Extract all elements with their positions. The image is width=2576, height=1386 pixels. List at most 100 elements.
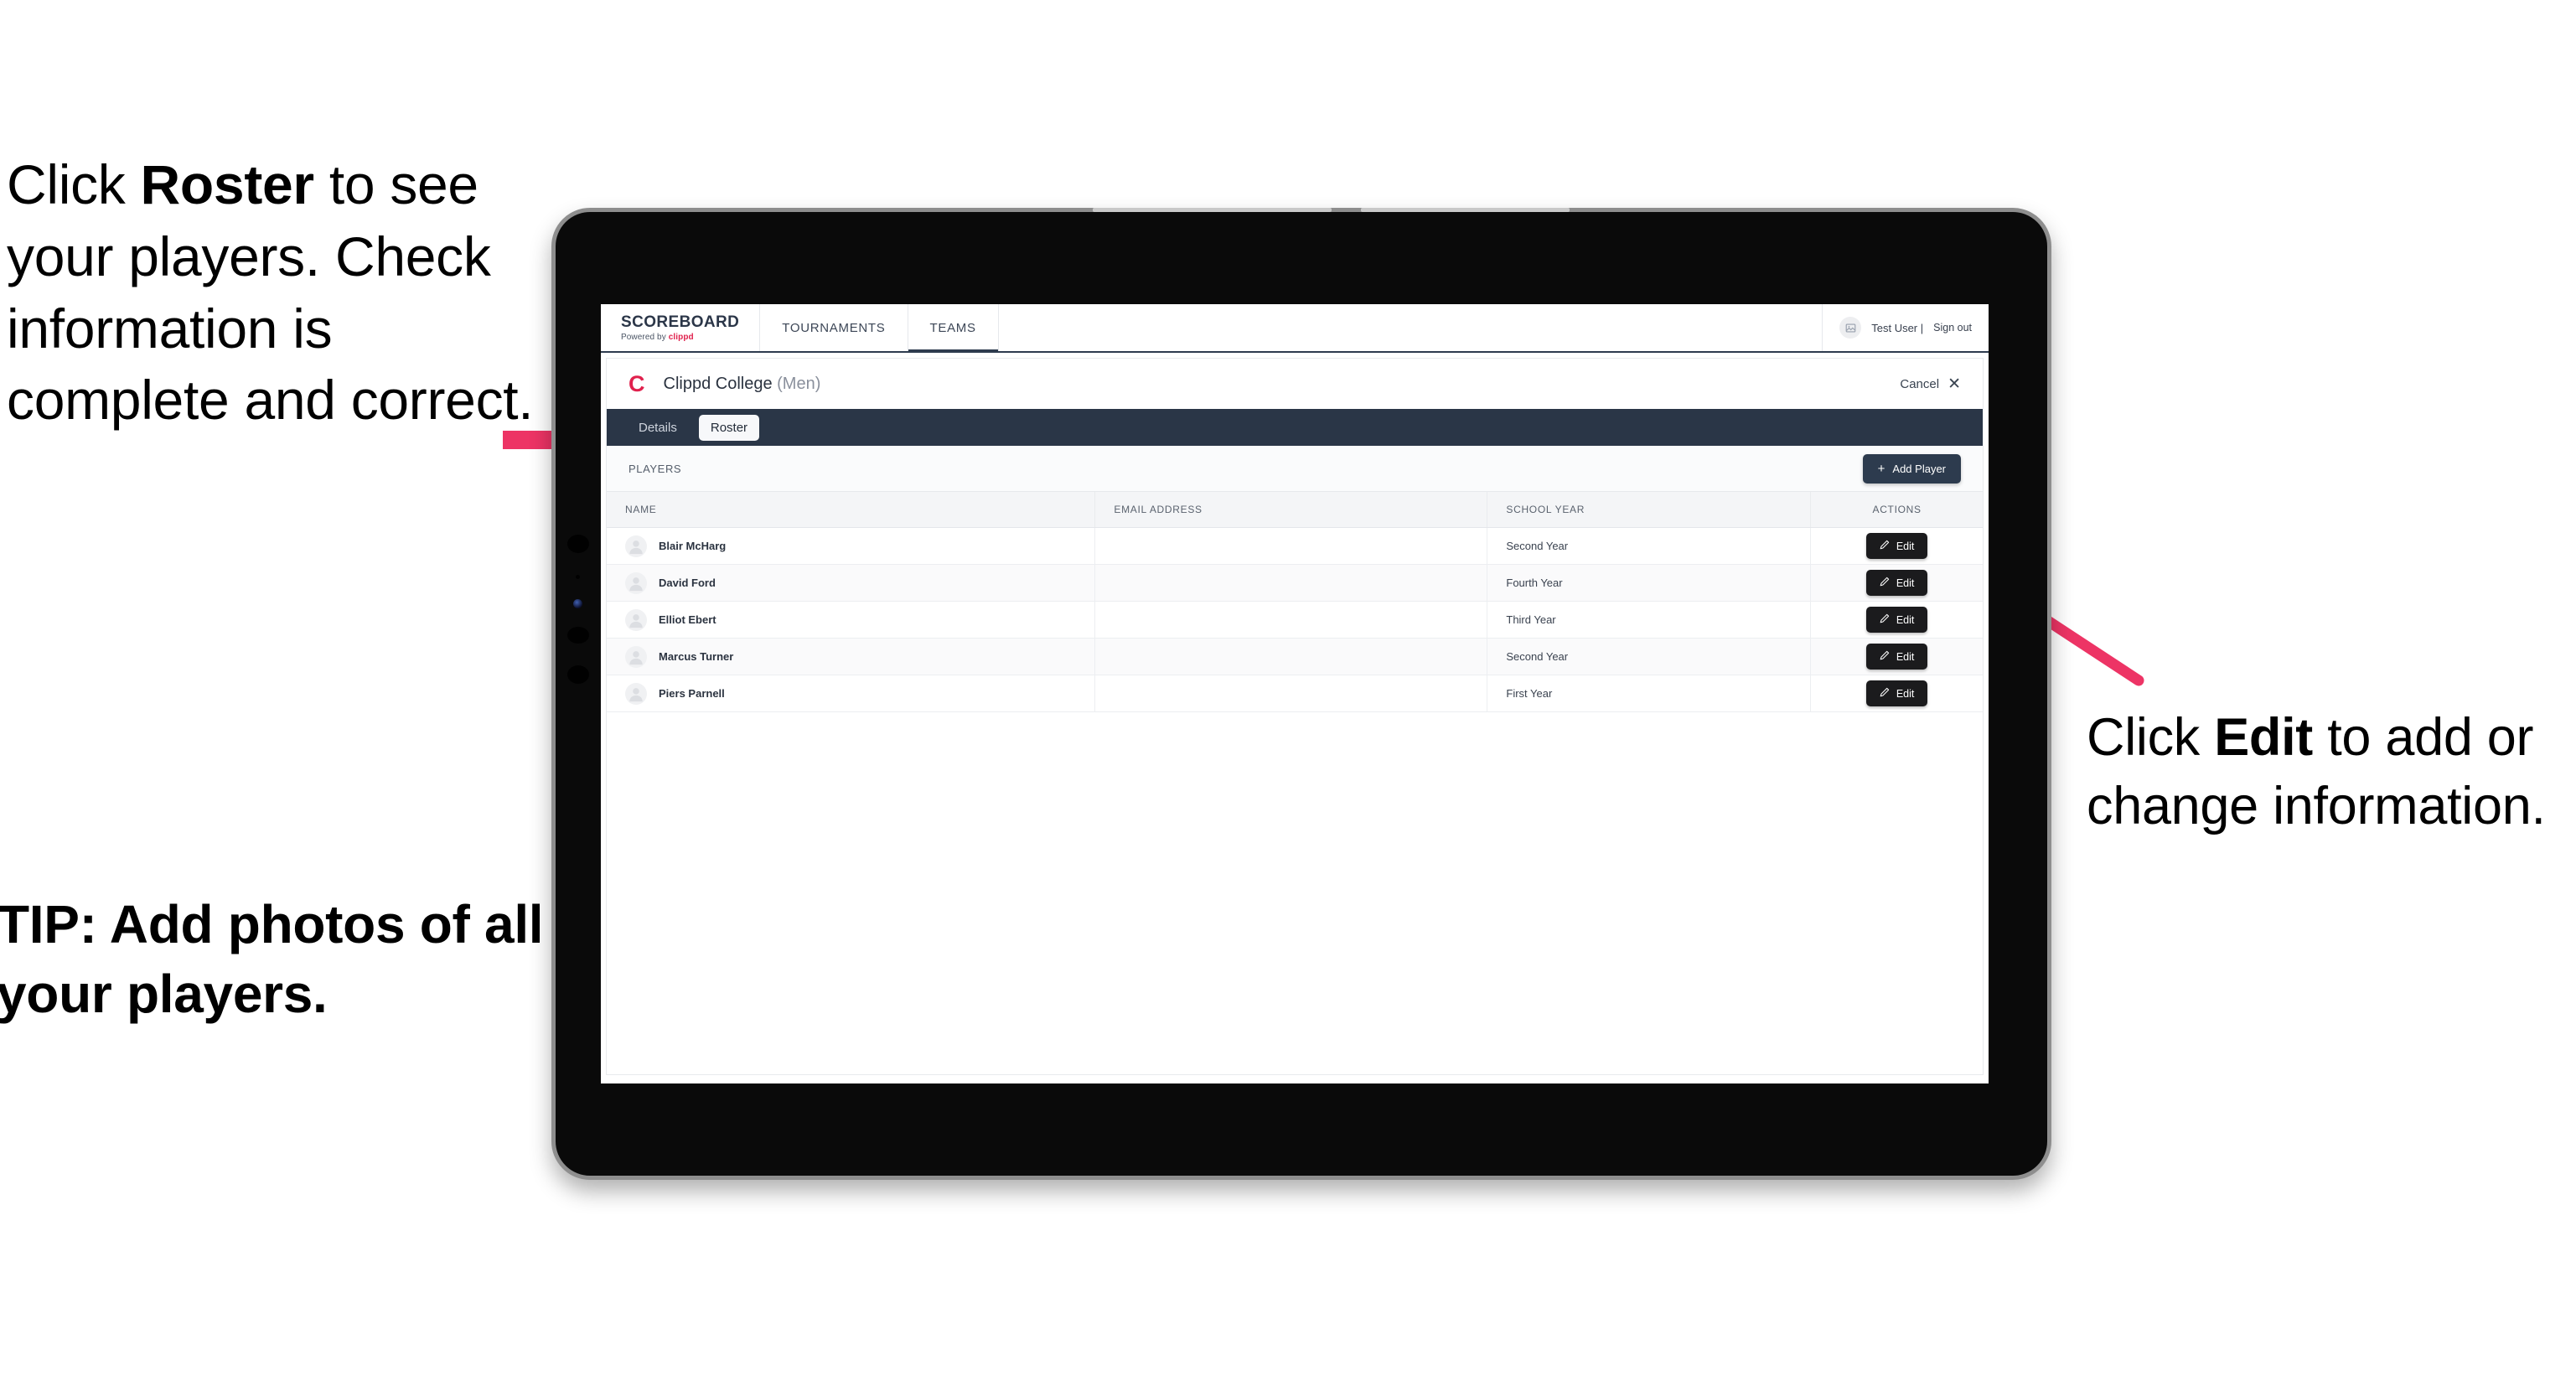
player-name-label: Blair McHarg [659, 540, 727, 552]
tab-details[interactable]: Details [627, 415, 689, 441]
edit-player-button[interactable]: Edit [1865, 644, 1928, 670]
cell-email-address [1094, 601, 1488, 639]
player-name-label: Piers Parnell [659, 687, 725, 700]
edit-button-label: Edit [1896, 650, 1915, 663]
cell-player-name: Piers Parnell [607, 675, 1096, 712]
cell-school-year: Second Year [1487, 527, 1812, 565]
column-header-actions: ACTIONS [1810, 492, 1983, 528]
close-icon[interactable]: ✕ [1948, 376, 1961, 392]
roster-table-head: NAME EMAIL ADDRESS SCHOOL YEAR ACTIONS [607, 492, 1983, 528]
clippd-c-logo-icon: C [628, 370, 645, 396]
user-name-label: Test User | [1871, 321, 1924, 334]
cancel-label: Cancel [1900, 376, 1940, 391]
player-name-label: Elliot Ebert [659, 613, 716, 626]
pencil-icon [1880, 613, 1890, 626]
nav-tab-tournaments[interactable]: TOURNAMENTS [760, 304, 908, 351]
table-row[interactable]: Piers Parnell First Year Edit [607, 675, 1983, 712]
school-year-label: Second Year [1506, 650, 1569, 663]
cell-player-name: Marcus Turner [607, 638, 1096, 675]
roster-table-body: Blair McHarg Second Year Edit David Ford Fou… [607, 527, 1983, 712]
edit-player-button[interactable]: Edit [1865, 570, 1928, 596]
players-toolbar: PLAYERS + Add Player [607, 446, 1983, 492]
brand-tagline-clippd: clippd [668, 332, 694, 342]
cell-actions: Edit [1810, 638, 1983, 675]
player-name-label: Marcus Turner [659, 650, 734, 663]
edit-button-label: Edit [1896, 540, 1915, 552]
team-detail-card: C Clippd College (Men) Cancel ✕ Details [606, 358, 1984, 1075]
annotation-emphasis: Roster [140, 153, 315, 215]
edit-player-button[interactable]: Edit [1865, 607, 1928, 633]
table-row[interactable]: Blair McHarg Second Year Edit [607, 527, 1983, 565]
team-sub-tab-bar: Details Roster [607, 409, 1983, 446]
person-avatar-icon [625, 608, 647, 631]
person-avatar-icon [625, 645, 647, 668]
player-name-label: David Ford [659, 577, 716, 589]
camera-lens-tertiary-icon [567, 665, 589, 684]
cancel-button[interactable]: Cancel ✕ [1900, 376, 1961, 392]
camera-lens-icon [567, 535, 589, 553]
school-year-label: Second Year [1506, 540, 1569, 552]
user-account-area: Test User | Sign out [1823, 304, 1989, 351]
brand-name: SCOREBOARD [621, 313, 740, 331]
cell-actions: Edit [1810, 601, 1983, 639]
cell-actions: Edit [1810, 564, 1983, 602]
cell-player-name: David Ford [607, 564, 1096, 602]
cell-email-address [1094, 527, 1488, 565]
team-name-label: Clippd College [663, 374, 773, 393]
table-row[interactable]: David Ford Fourth Year Edit [607, 564, 1983, 602]
tutorial-slide: Click Roster to see your players. Check … [0, 0, 2576, 1386]
tablet-screen: SCOREBOARD Powered by clippd TOURNAMENTS… [601, 304, 1989, 1083]
table-header-row: NAME EMAIL ADDRESS SCHOOL YEAR ACTIONS [607, 492, 1983, 528]
cell-email-address [1094, 638, 1488, 675]
edit-player-button[interactable]: Edit [1865, 533, 1928, 559]
person-avatar-icon [625, 682, 647, 705]
table-row[interactable]: Elliot Ebert Third Year Edit [607, 601, 1983, 639]
scoreboard-logo[interactable]: SCOREBOARD Powered by clippd [601, 304, 761, 351]
table-row[interactable]: Marcus Turner Second Year Edit [607, 638, 1983, 675]
cell-email-address [1094, 564, 1488, 602]
brand-tagline-prefix: Powered by [621, 332, 669, 342]
cell-school-year: First Year [1487, 675, 1812, 712]
user-avatar-icon[interactable] [1839, 317, 1862, 339]
nav-spacer [999, 304, 1823, 351]
brand-tagline: Powered by clippd [621, 333, 739, 342]
column-header-school-year: SCHOOL YEAR [1487, 492, 1812, 528]
cell-school-year: Fourth Year [1487, 564, 1812, 602]
sensor-blue-icon [573, 599, 582, 608]
add-player-button[interactable]: + Add Player [1862, 453, 1961, 484]
edit-player-button[interactable]: Edit [1865, 680, 1928, 706]
annotation-text-run: Click [7, 153, 141, 215]
annotation-text-run: Click [2087, 708, 2215, 767]
tab-roster[interactable]: Roster [698, 414, 760, 441]
tablet-antenna-line-right [1361, 208, 1570, 212]
pencil-icon [1880, 650, 1890, 663]
tablet-device-frame: SCOREBOARD Powered by clippd TOURNAMENTS… [551, 208, 2051, 1180]
edit-button-label: Edit [1896, 687, 1915, 700]
annotation-tip-text: TIP: Add photos of all your players. [0, 894, 544, 1025]
sensor-dot-icon [576, 575, 580, 579]
school-year-label: Fourth Year [1506, 577, 1563, 589]
sign-out-link[interactable]: Sign out [1933, 322, 1972, 334]
cell-player-name: Blair McHarg [607, 527, 1096, 565]
person-avatar-icon [625, 535, 647, 557]
empty-table-space [607, 712, 1983, 1074]
edit-button-label: Edit [1896, 577, 1915, 589]
column-header-email: EMAIL ADDRESS [1094, 492, 1488, 528]
annotation-roster-instruction: Click Roster to see your players. Check … [7, 149, 543, 437]
camera-lens-secondary-icon [567, 627, 589, 644]
column-header-name: NAME [607, 492, 1096, 528]
pencil-icon [1880, 540, 1890, 552]
roster-table: NAME EMAIL ADDRESS SCHOOL YEAR ACTIONS B… [607, 492, 1983, 712]
cell-school-year: Second Year [1487, 638, 1812, 675]
app-top-navigation-bar: SCOREBOARD Powered by clippd TOURNAMENTS… [601, 304, 1989, 353]
annotation-emphasis: Edit [2214, 708, 2313, 767]
pencil-icon [1880, 577, 1890, 589]
add-player-label: Add Player [1892, 462, 1946, 475]
tablet-camera-sensor-cluster [567, 535, 592, 706]
cell-player-name: Elliot Ebert [607, 601, 1096, 639]
team-header: C Clippd College (Men) Cancel ✕ [607, 359, 1983, 409]
nav-tab-teams[interactable]: TEAMS [908, 304, 999, 353]
school-year-label: First Year [1506, 687, 1553, 700]
cell-actions: Edit [1810, 675, 1983, 712]
annotation-edit-instruction: Click Edit to add or change information. [2087, 704, 2573, 841]
